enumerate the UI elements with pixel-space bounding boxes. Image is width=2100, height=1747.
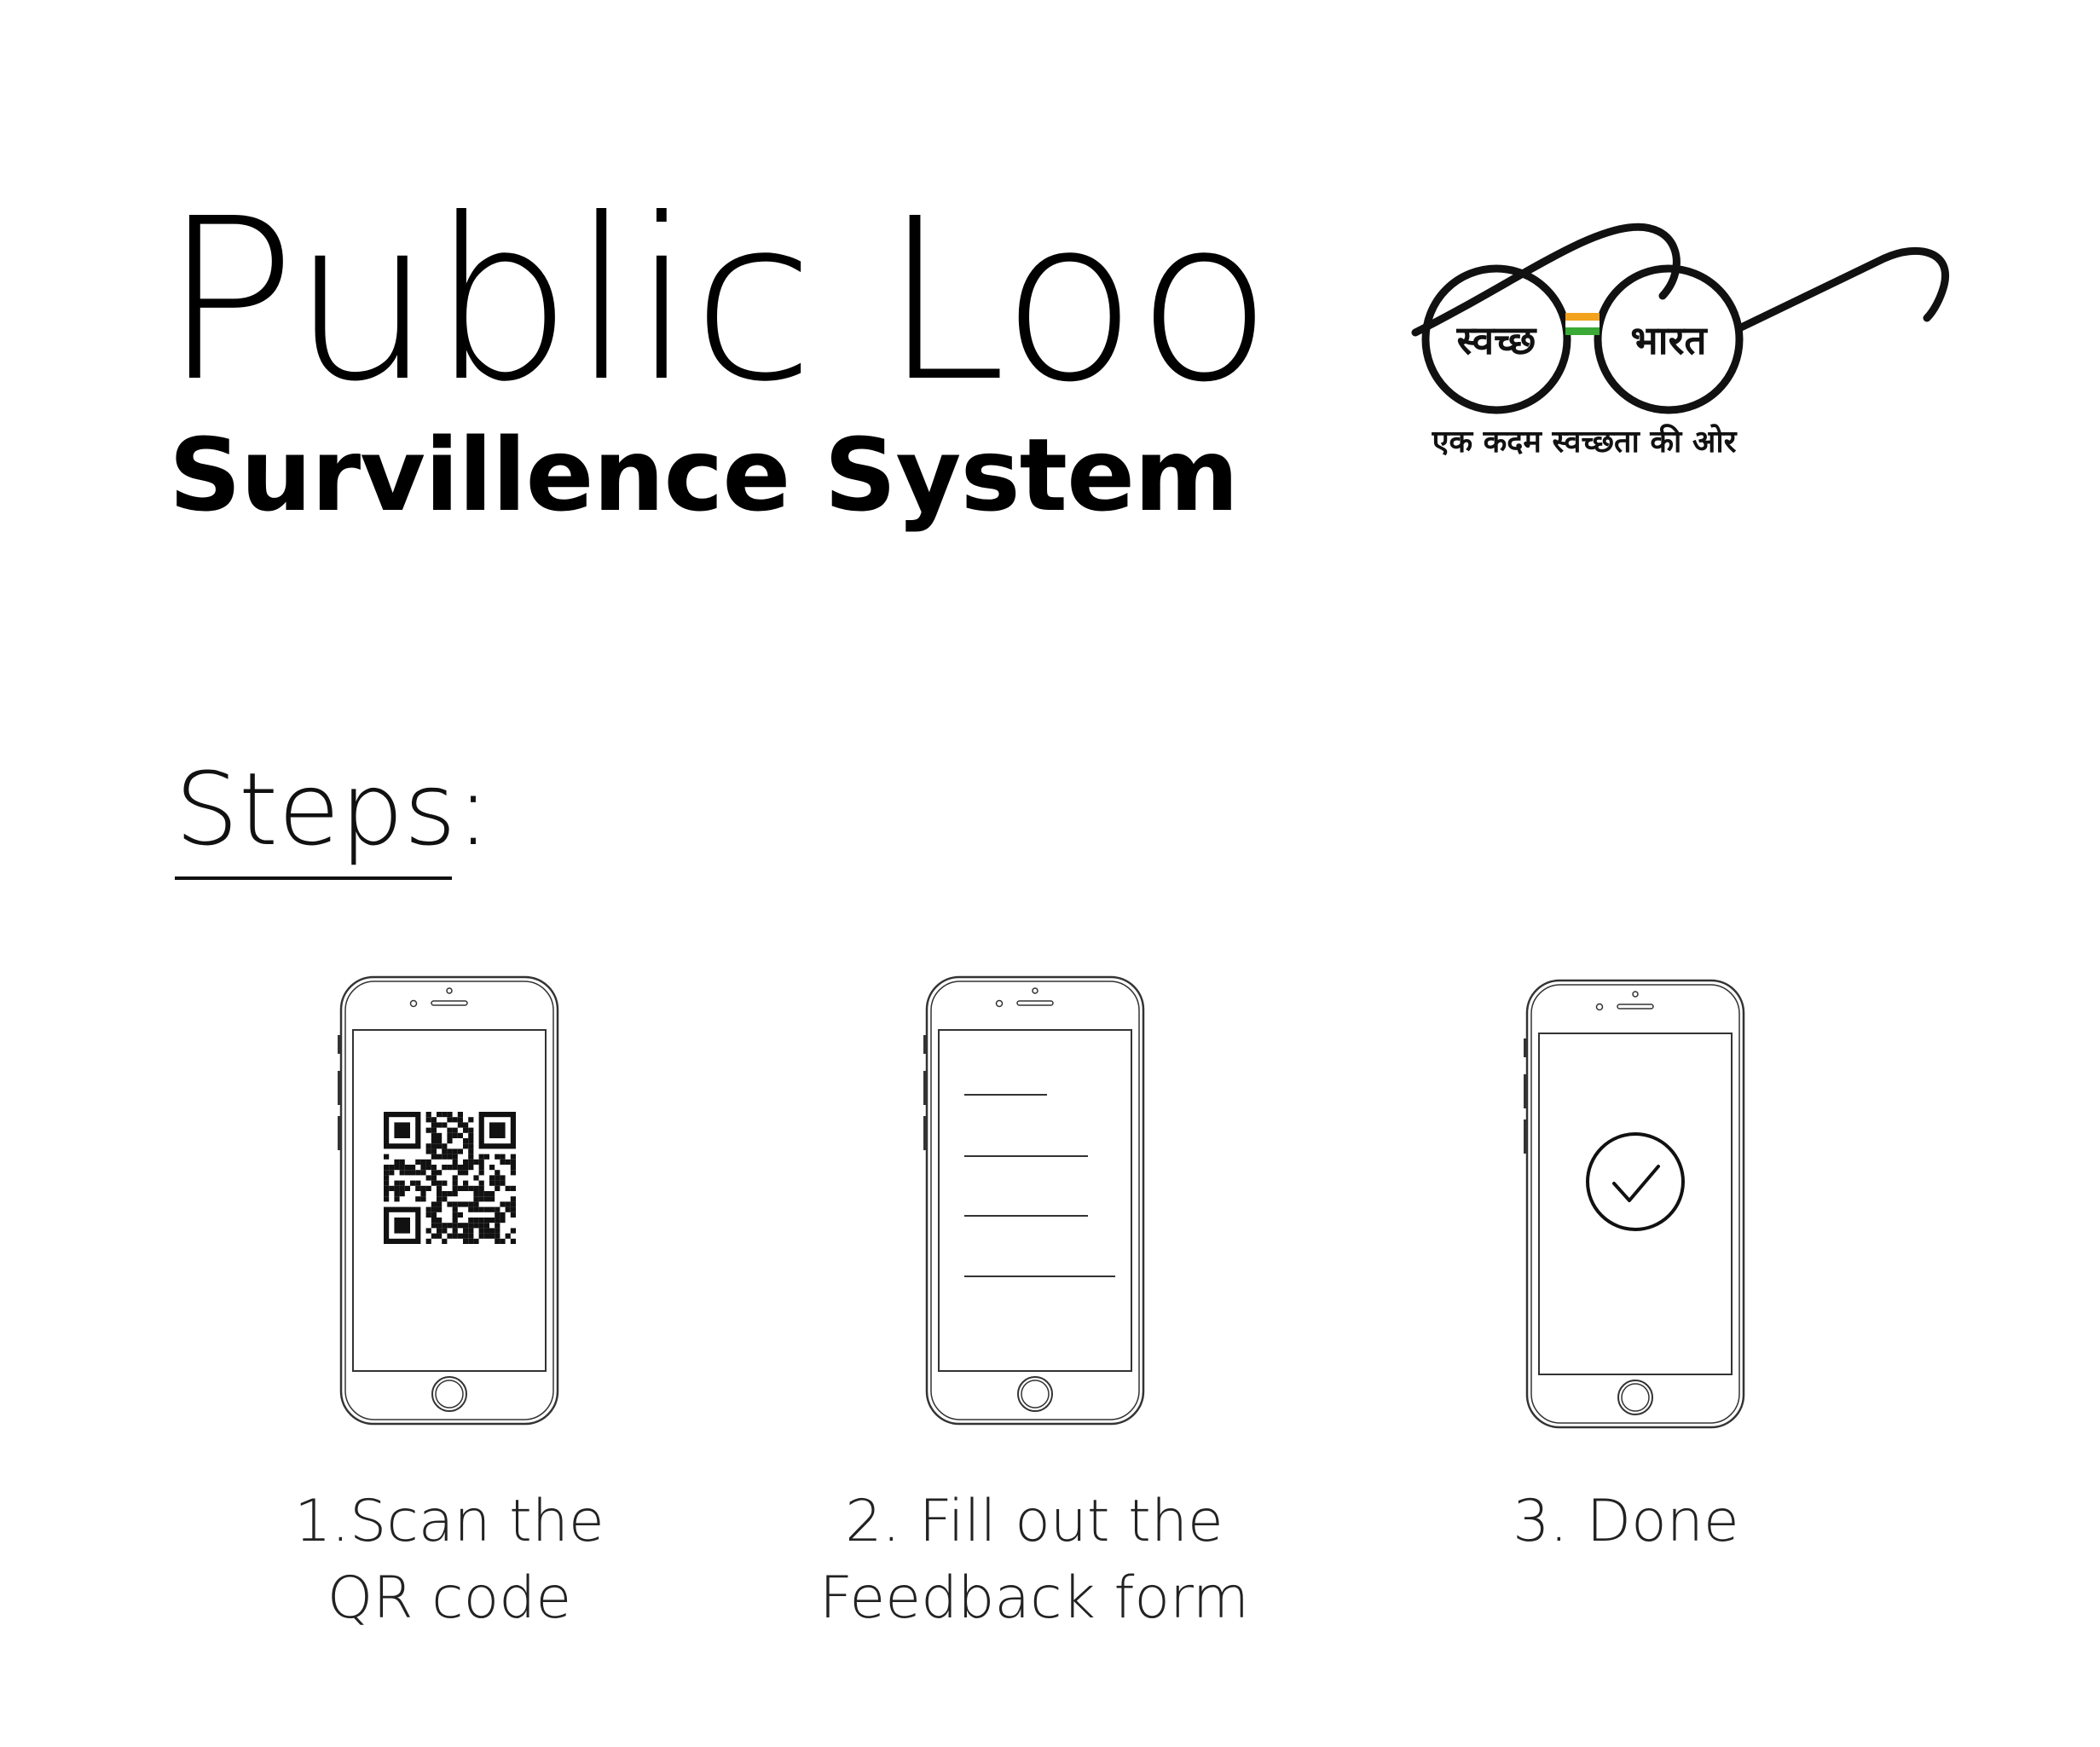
steps-heading: Steps:	[175, 750, 490, 868]
step-2-line-2: Feedback form	[819, 1565, 1249, 1632]
steps-heading-underline	[175, 876, 452, 880]
checkmark-icon	[1612, 1165, 1660, 1202]
step-2-caption: 2. Fill out the Feedback form	[770, 1484, 1299, 1637]
qr-code-icon	[383, 1112, 516, 1245]
right-temple-arm	[1735, 246, 1949, 333]
step-1-line-1: 1.Scan the	[294, 1488, 605, 1555]
page-subtitle: Survillence System	[169, 416, 1239, 534]
page-title: Public Loo	[162, 171, 1273, 431]
bridge-green	[1565, 327, 1600, 335]
logo-tagline: एक कदम स्वच्छता की ओर	[1432, 424, 1738, 460]
step-2-line-1: 2. Fill out the	[845, 1488, 1224, 1555]
bridge-saffron	[1565, 313, 1600, 321]
phone-done-illustration	[1524, 979, 1745, 1429]
right-lens-text: भारत	[1630, 317, 1708, 363]
phone-form-illustration	[923, 975, 1145, 1426]
bridge-white	[1565, 321, 1600, 327]
step-3-caption: 3. Done	[1362, 1484, 1890, 1560]
step-1-line-2: QR code	[327, 1565, 572, 1632]
check-circle-icon	[1586, 1132, 1685, 1231]
step-1-caption: 1.Scan the QR code	[185, 1484, 714, 1637]
step-3-line-1: 3. Done	[1513, 1488, 1739, 1555]
left-lens-text: स्वच्छ	[1456, 317, 1537, 363]
phone-qr-illustration	[338, 975, 559, 1426]
swachh-bharat-logo: स्वच्छ भारत एक कदम स्वच्छता की ओर	[1411, 223, 1949, 460]
